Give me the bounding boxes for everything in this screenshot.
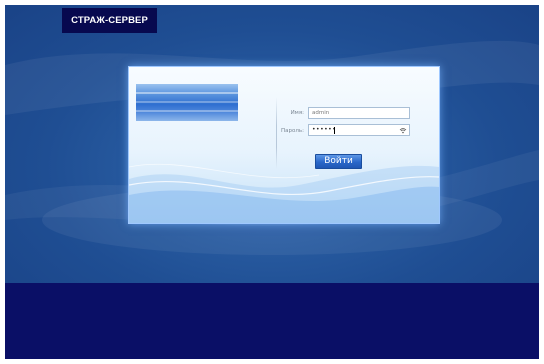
banner-image	[136, 84, 238, 121]
password-label: Пароль:	[281, 128, 304, 134]
eye-icon[interactable]	[399, 127, 407, 134]
username-field[interactable]: admin	[308, 107, 410, 119]
password-value: ••••••	[312, 126, 337, 133]
page-frame: СТРАЖ-СЕРВЕР Имя: admin Пароль: •••••• В…	[5, 5, 539, 359]
password-field[interactable]: ••••••	[308, 124, 410, 136]
login-dialog: Имя: admin Пароль: •••••• Войти	[128, 66, 440, 224]
login-button[interactable]: Войти	[315, 154, 362, 169]
username-label: Имя:	[290, 110, 304, 116]
text-caret	[334, 127, 335, 134]
brand-logo: СТРАЖ-СЕРВЕР	[62, 8, 157, 33]
brand-title: СТРАЖ-СЕРВЕР	[71, 15, 148, 26]
